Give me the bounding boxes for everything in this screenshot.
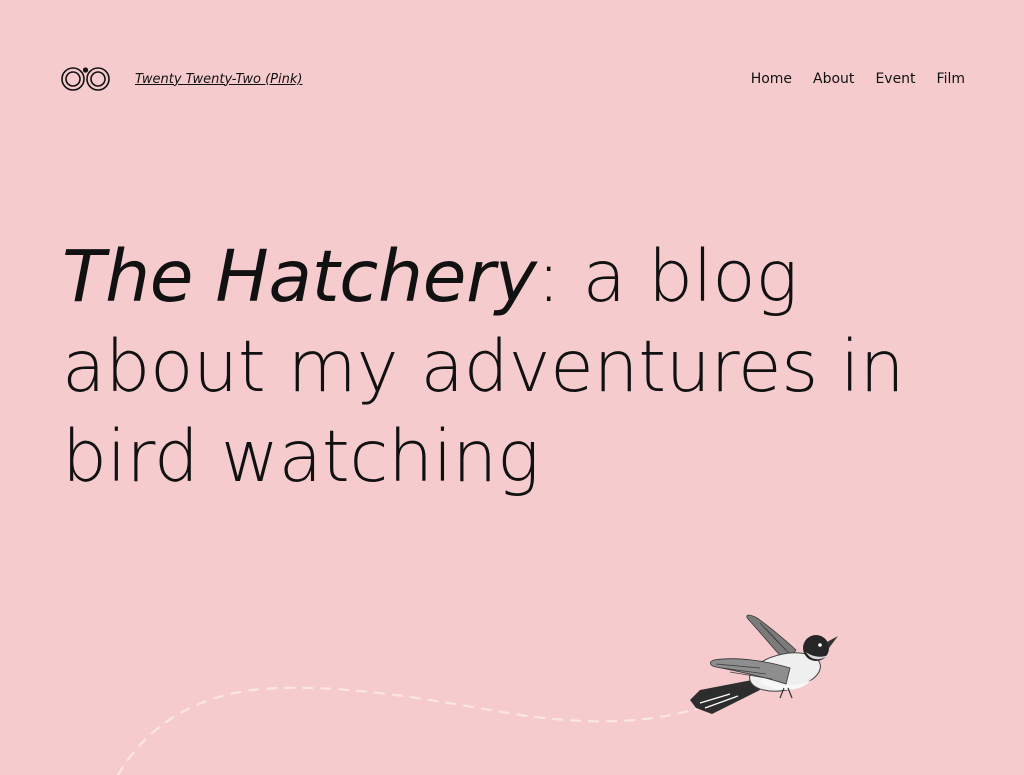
hero-title-italic: The Hatchery xyxy=(62,235,537,318)
hero-title-line-3: bird watching xyxy=(62,415,540,498)
nav-item-home[interactable]: Home xyxy=(751,71,792,87)
nav-item-event[interactable]: Event xyxy=(875,71,915,87)
site-logo-icon[interactable] xyxy=(59,62,115,96)
site-header: Twenty Twenty-Two (Pink) Home About Even… xyxy=(59,62,965,96)
hero-illustration xyxy=(116,614,838,775)
nav-item-film[interactable]: Film xyxy=(937,71,965,87)
nav-item-about[interactable]: About xyxy=(813,71,854,87)
flight-path-line xyxy=(116,686,702,775)
hero-title: The Hatchery: a blog about my adventures … xyxy=(62,232,962,502)
hero-title-rest: : a blog xyxy=(536,235,798,318)
brand: Twenty Twenty-Two (Pink) xyxy=(59,62,302,96)
bird-icon xyxy=(690,614,838,714)
site-title-link[interactable]: Twenty Twenty-Two (Pink) xyxy=(135,72,302,87)
hero-title-line-2: about my adventures in xyxy=(62,325,905,408)
primary-navigation: Home About Event Film xyxy=(751,71,965,87)
